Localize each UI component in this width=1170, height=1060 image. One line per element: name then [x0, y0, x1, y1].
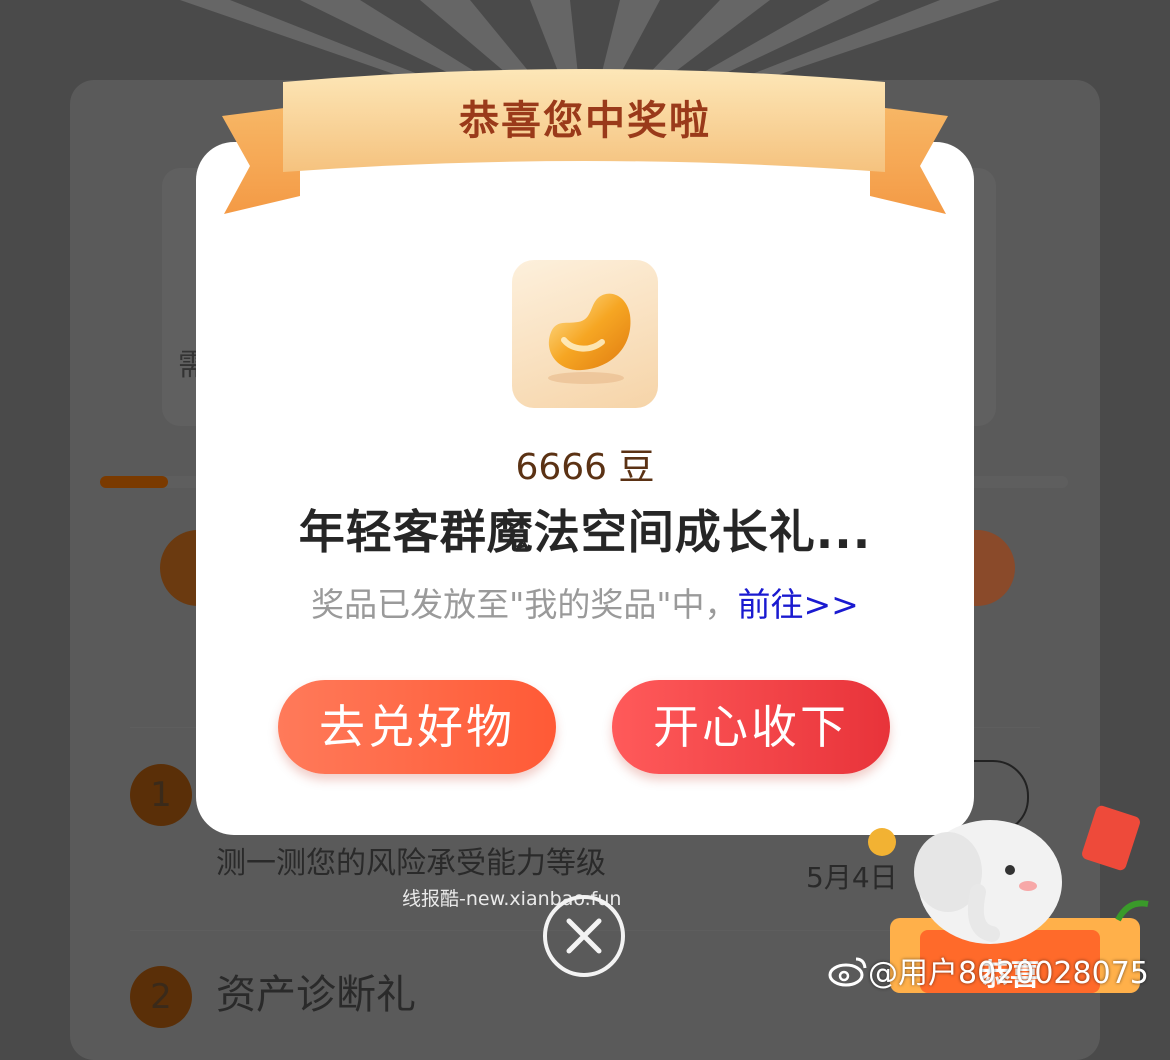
prize-note-text: 奖品已发放至"我的奖品"中， [311, 585, 738, 624]
close-icon[interactable] [543, 895, 625, 977]
weibo-logo-icon [828, 955, 868, 995]
accept-prize-button[interactable]: 开心收下 [612, 680, 890, 774]
prize-note: 奖品已发放至"我的奖品"中，前往>> [196, 578, 974, 626]
golden-bean-icon [512, 260, 658, 408]
exchange-goods-button[interactable]: 去兑好物 [278, 680, 556, 774]
task2-title: 资产诊断礼 [216, 972, 416, 1018]
dialog-title: 恭喜您中奖啦 [459, 98, 711, 144]
background-progress-fill [100, 476, 168, 488]
prize-name: 年轻客群魔法空间成长礼... [298, 505, 872, 559]
task2-number: 2 [130, 966, 192, 1028]
weibo-watermark: @用户8020028075 [828, 948, 1149, 995]
my-prizes-link[interactable]: 前往>> [738, 585, 859, 624]
task1-subtitle: 测一测您的风险承受能力等级 [216, 846, 606, 881]
task1-number: 1 [130, 764, 192, 826]
weibo-username: @用户8020028075 [868, 956, 1149, 991]
prize-amount: 6666 豆 [515, 447, 655, 488]
